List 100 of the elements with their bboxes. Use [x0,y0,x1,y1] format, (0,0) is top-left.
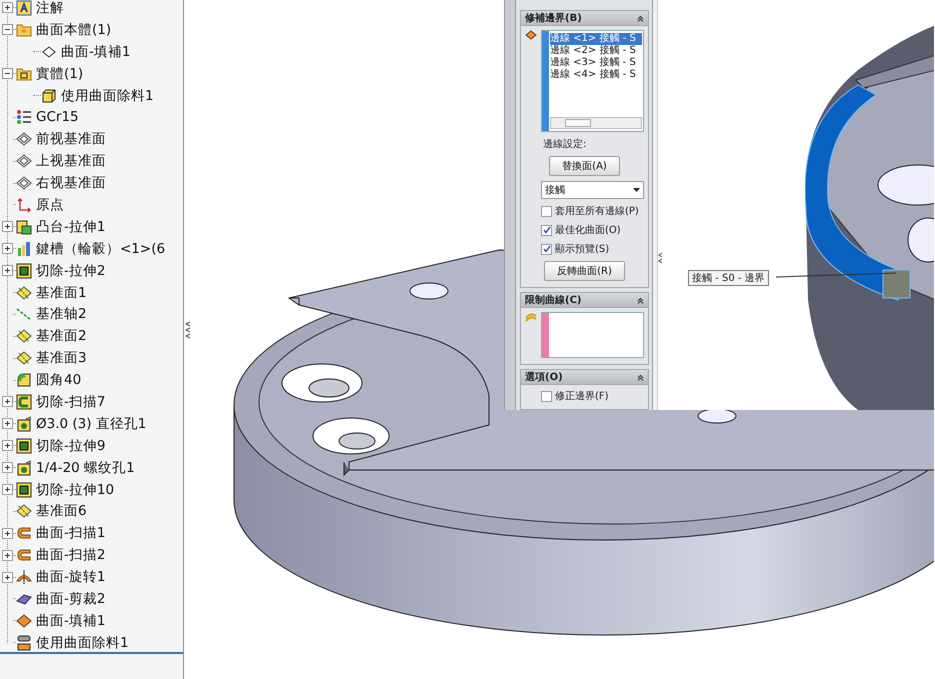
feature-label[interactable]: 基准面2 [36,327,87,346]
feature-label[interactable]: 鍵槽（輪轂）<1>(6 [36,240,166,258]
feature-label[interactable]: 右视基准面 [36,174,106,192]
expand-toggle[interactable] [2,68,13,80]
feature-label[interactable]: 曲面本體(1) [36,20,112,39]
expand-toggle[interactable] [2,440,13,452]
splitter-handle-icon[interactable] [185,321,191,339]
feature-label[interactable]: 曲面-剪裁2 [36,590,106,608]
expand-toggle[interactable] [2,462,13,474]
collapse-icon[interactable] [637,374,644,380]
plane-icon [16,328,32,344]
checkbox-label: 顯示預覽(S) [555,242,610,256]
revolve-icon [16,569,32,586]
section-title: 修補邊界(B) [525,12,582,25]
feature-label[interactable]: 曲面-填補1 [61,42,130,61]
plane-icon [16,175,32,192]
section-header[interactable]: 選項(O) [520,369,649,385]
collapse-icon[interactable] [637,14,644,22]
expand-toggle[interactable] [2,2,13,14]
edge-item[interactable]: 邊線 <4> 接觸 - S [550,69,642,81]
expand-toggle[interactable] [2,418,13,430]
expand-toggle[interactable] [2,528,13,539]
axis-icon [16,306,32,322]
fillet-icon [16,372,32,388]
reverse-surface-button[interactable]: 反轉曲面(R) [544,261,625,281]
fill-icon [16,612,32,629]
diamond-icon [41,44,57,60]
edge-item[interactable]: 邊線 <2> 接觸 - S [550,45,642,57]
feature-label[interactable]: 切除-拉伸2 [36,262,106,280]
plane-icon [16,350,32,366]
expand-toggle[interactable] [2,221,13,232]
checkbox[interactable] [541,244,552,254]
feature-label[interactable]: 凸台-拉伸1 [36,218,106,236]
checkbox[interactable] [541,224,552,236]
feature-label[interactable]: 基准面1 [36,284,87,302]
hole-icon [16,460,32,476]
feature-label[interactable]: 曲面-旋转1 [36,568,106,586]
feature-label[interactable]: 原点 [36,196,64,214]
feature-label[interactable]: 切除-拉伸9 [36,436,106,455]
feature-label[interactable]: 圆角40 [36,371,82,390]
origin-icon [16,196,32,213]
sweep-surface-icon [16,547,32,564]
edge-item[interactable]: 邊線 <3> 接觸 - S [550,57,642,69]
feature-label[interactable]: 前视基准面 [36,130,106,148]
feature-label[interactable]: 1/4-20 螺纹孔1 [36,458,135,477]
feature-label[interactable]: 基准轴2 [36,305,87,324]
collapse-icon[interactable] [637,296,644,304]
section-header[interactable]: 修補邊界(B) [520,10,649,26]
horizontal-scrollbar[interactable] [550,117,642,129]
feature-label[interactable]: 使用曲面除料1 [36,634,129,652]
feature-label[interactable]: GCr15 [36,109,79,126]
feature-label[interactable]: 切除-拉伸10 [36,480,114,499]
library-icon [16,240,32,257]
feature-label[interactable]: 基准面6 [36,502,87,520]
checkbox[interactable] [541,206,552,216]
replace-face-button[interactable]: 替換面(A) [549,156,620,176]
expand-toggle[interactable] [2,396,13,408]
plane-icon [16,131,32,148]
feature-label[interactable]: 曲面-填補1 [36,612,106,630]
feature-label[interactable]: 實體(1) [36,64,84,83]
expand-toggle[interactable] [2,550,13,561]
checkbox-label: 修正邊界(F) [555,390,609,403]
feature-label[interactable]: 曲面-扫描2 [36,546,106,564]
feature-label[interactable]: 曲面-扫描1 [36,524,106,542]
feature-label[interactable]: 切除-扫描7 [36,392,106,411]
dropdown-arrow-icon [633,188,640,192]
edge-icon [525,30,537,40]
edge-list[interactable]: 邊線 <1> 接觸 - S 邊線 <2> 接觸 - S 邊線 <3> 接觸 - S 邊線 <4> 接觸 - S [541,30,644,132]
cube-icon [41,88,57,104]
expand-toggle[interactable] [2,24,13,36]
feature-label[interactable]: 上视基准面 [36,152,106,170]
section-title: 選項(O) [525,370,563,384]
feature-label[interactable]: 使用曲面除料1 [61,86,154,104]
folder-icon [16,22,32,38]
section-header[interactable]: 限制曲線(C) [520,292,649,308]
extrude-icon [16,218,32,235]
plane-icon [16,153,32,170]
annotation-icon [16,0,32,16]
list-color-bar [542,313,549,357]
feature-label[interactable]: 注解 [36,0,64,17]
expand-toggle[interactable] [2,572,13,583]
sweep-cut-icon [16,394,32,410]
expand-toggle[interactable] [2,265,13,276]
section-title: 限制曲線(C) [525,294,582,307]
cut-icon [16,438,32,454]
checkbox-label: 最佳化曲面(O) [555,224,621,237]
checkbox-label: 套用至所有邊線(P) [555,204,639,218]
cut-icon [16,482,32,498]
checkbox[interactable] [541,390,552,402]
contact-dropdown[interactable]: 接觸 [541,181,644,199]
feature-label[interactable]: 基准面3 [36,349,87,368]
curve-list[interactable] [541,312,644,358]
edge-settings-label: 邊線設定: [542,138,588,151]
cut-icon [16,262,32,279]
edge-item[interactable]: 邊線 <1> 接觸 - S [550,33,642,45]
sweep-surface-icon [16,525,32,542]
surface-cut-icon [16,634,32,651]
feature-label[interactable]: Ø3.0 (3) 直径孔1 [36,414,146,433]
expand-toggle[interactable] [2,484,13,496]
expand-toggle[interactable] [2,243,13,254]
